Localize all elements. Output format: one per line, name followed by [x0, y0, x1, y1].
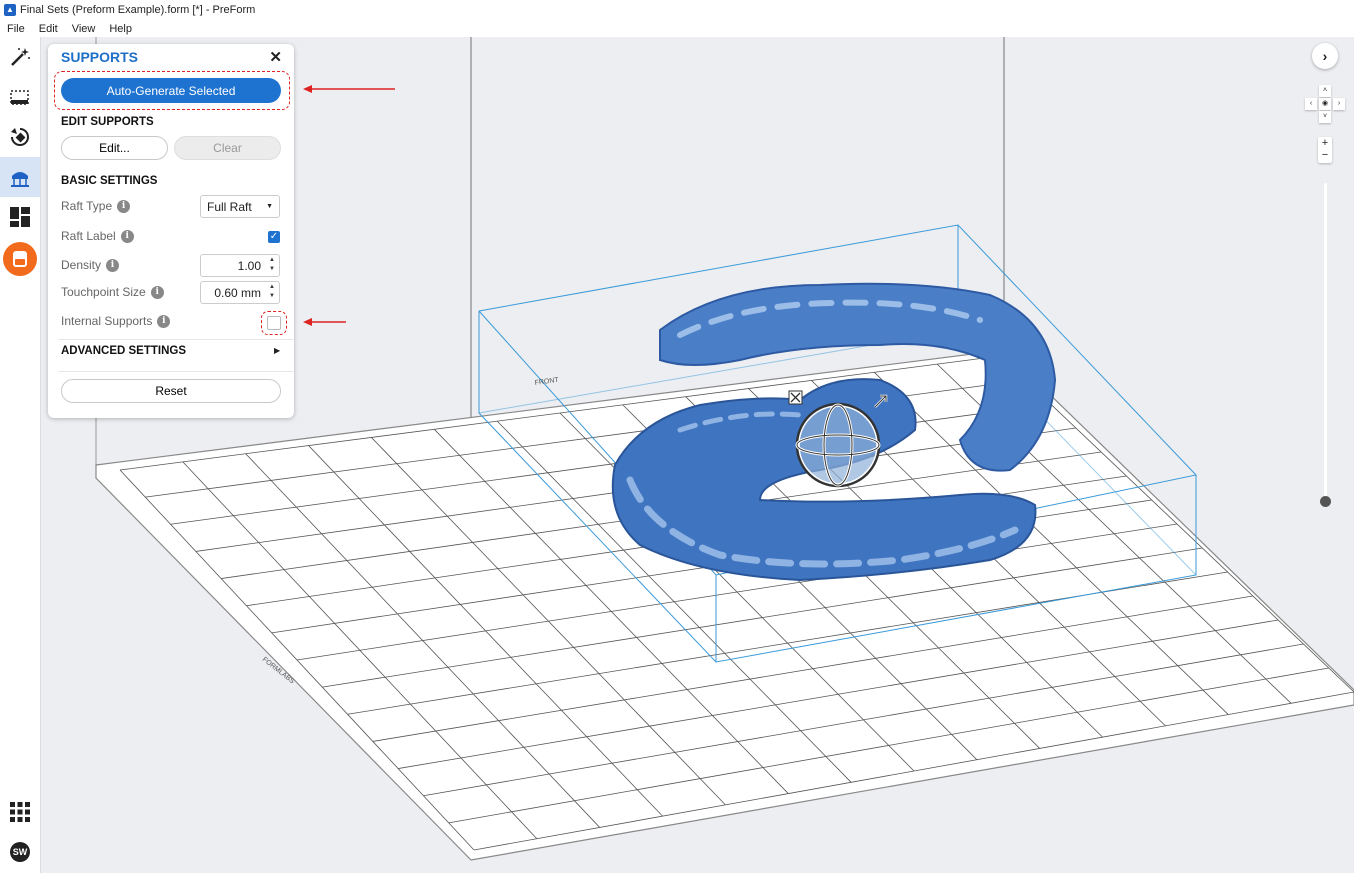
chevron-left-icon: ‹ [1309, 100, 1313, 107]
zoom-in-button[interactable]: + [1318, 137, 1332, 149]
menu-help[interactable]: Help [102, 23, 139, 35]
spinner-arrows-icon[interactable]: ▲ ▼ [269, 256, 275, 274]
orientation-icon [11, 128, 29, 146]
caret-right-icon[interactable]: ▶ [274, 346, 280, 355]
menu-edit[interactable]: Edit [32, 23, 65, 35]
divider [58, 371, 294, 372]
apps-button[interactable] [0, 792, 40, 832]
edit-supports-button[interactable]: Edit... [61, 136, 168, 160]
internal-supports-checkbox[interactable] [267, 316, 281, 330]
pan-left-button[interactable]: ‹ [1305, 98, 1317, 110]
menu-view[interactable]: View [65, 23, 103, 35]
annotation-arrow-internal-supports [303, 318, 346, 326]
grid-icon [10, 802, 30, 822]
raft-type-select[interactable]: Full Raft ▼ [200, 195, 280, 218]
checkmark-icon: ✓ [269, 231, 279, 242]
raft-label-label: Raft Label [61, 229, 116, 243]
expand-panel-button[interactable]: › [1312, 43, 1338, 69]
info-icon[interactable]: i [150, 285, 164, 299]
spinner-arrows-icon[interactable]: ▲ ▼ [269, 283, 275, 301]
selection-icon [10, 90, 29, 105]
zoom-out-button[interactable]: − [1318, 149, 1332, 161]
supports-panel: SUPPORTS ✕ Auto-Generate Selected EDIT S… [48, 44, 294, 418]
density-value: 1.00 [237, 259, 261, 273]
zoom-control: + − [1318, 137, 1332, 163]
layout-icon [10, 207, 30, 227]
advanced-settings-heading[interactable]: ADVANCED SETTINGS [61, 345, 186, 357]
move-handle-icon[interactable] [788, 390, 803, 405]
density-row: Density i [61, 258, 120, 272]
panel-title: SUPPORTS [61, 49, 139, 65]
touchpoint-size-input[interactable]: 0.60 mm ▲ ▼ [200, 281, 280, 304]
magic-wand-tool[interactable] [0, 37, 40, 77]
info-icon[interactable]: i [117, 199, 131, 213]
magic-wand-icon [11, 48, 30, 66]
pan-up-button[interactable]: ˄ [1319, 85, 1331, 97]
eye-icon: ◉ [1321, 100, 1329, 107]
printer-status-tool[interactable] [0, 239, 40, 279]
touchpoint-size-row: Touchpoint Size i [61, 285, 164, 299]
left-toolbar: SW [0, 37, 41, 873]
info-icon[interactable]: i [106, 258, 120, 272]
pan-right-button[interactable]: › [1333, 98, 1345, 110]
edit-supports-heading: EDIT SUPPORTS [61, 116, 154, 128]
menu-bar: File Edit View Help [0, 20, 1354, 38]
density-input[interactable]: 1.00 ▲ ▼ [200, 254, 280, 277]
clear-supports-button[interactable]: Clear [174, 136, 281, 160]
supports-tool[interactable] [0, 157, 40, 197]
chevron-up-icon: ˄ [1322, 87, 1328, 94]
auto-generate-selected-button[interactable]: Auto-Generate Selected [61, 78, 281, 103]
menu-file[interactable]: File [0, 23, 32, 35]
density-label: Density [61, 258, 102, 272]
divider [58, 339, 294, 340]
orientation-tool[interactable] [0, 117, 40, 157]
info-icon[interactable]: i [157, 314, 171, 328]
raft-label-checkbox[interactable]: ✓ [268, 231, 280, 243]
reset-button[interactable]: Reset [61, 379, 281, 403]
user-account-button[interactable]: SW [0, 832, 40, 872]
app-logo-icon: ▲ [4, 4, 16, 16]
raft-type-label: Raft Type [61, 199, 113, 213]
caret-down-icon: ▼ [266, 203, 273, 210]
avatar: SW [10, 842, 30, 862]
annotation-arrow-auto-generate [303, 85, 395, 93]
pan-down-button[interactable]: ˅ [1319, 111, 1331, 123]
selection-tool[interactable] [0, 77, 40, 117]
svg-text:FRONT: FRONT [534, 377, 560, 387]
title-bar: ▲ Final Sets (Preform Example).form [*] … [0, 0, 1354, 20]
chevron-down-icon: ˅ [1322, 113, 1328, 120]
touchpoint-size-label: Touchpoint Size [61, 285, 146, 299]
chevron-right-icon: › [1322, 48, 1328, 64]
view-reset-button[interactable]: ◉ [1319, 98, 1331, 110]
internal-supports-label: Internal Supports [61, 314, 153, 328]
chevron-right-icon: › [1337, 100, 1341, 107]
internal-supports-row: Internal Supports i [61, 314, 171, 328]
layer-slider-track[interactable] [1324, 183, 1327, 501]
layer-slider-handle[interactable] [1320, 496, 1331, 507]
close-icon[interactable]: ✕ [269, 48, 282, 66]
basic-settings-heading: BASIC SETTINGS [61, 175, 158, 187]
supports-icon [11, 172, 29, 187]
layout-tool[interactable] [0, 197, 40, 237]
touchpoint-size-value: 0.60 mm [214, 286, 261, 300]
user-initials: SW [12, 847, 28, 857]
info-icon[interactable]: i [120, 229, 134, 243]
raft-type-value: Full Raft [207, 199, 252, 214]
printer-status-icon [3, 242, 37, 276]
window-title: Final Sets (Preform Example).form [*] - … [20, 4, 256, 16]
view-navigation-pad: ˄ ‹ ◉ › ˅ [1305, 85, 1345, 125]
raft-type-row: Raft Type i [61, 199, 131, 213]
raft-label-row: Raft Label i [61, 229, 134, 243]
rotation-gizmo[interactable] [795, 402, 881, 488]
